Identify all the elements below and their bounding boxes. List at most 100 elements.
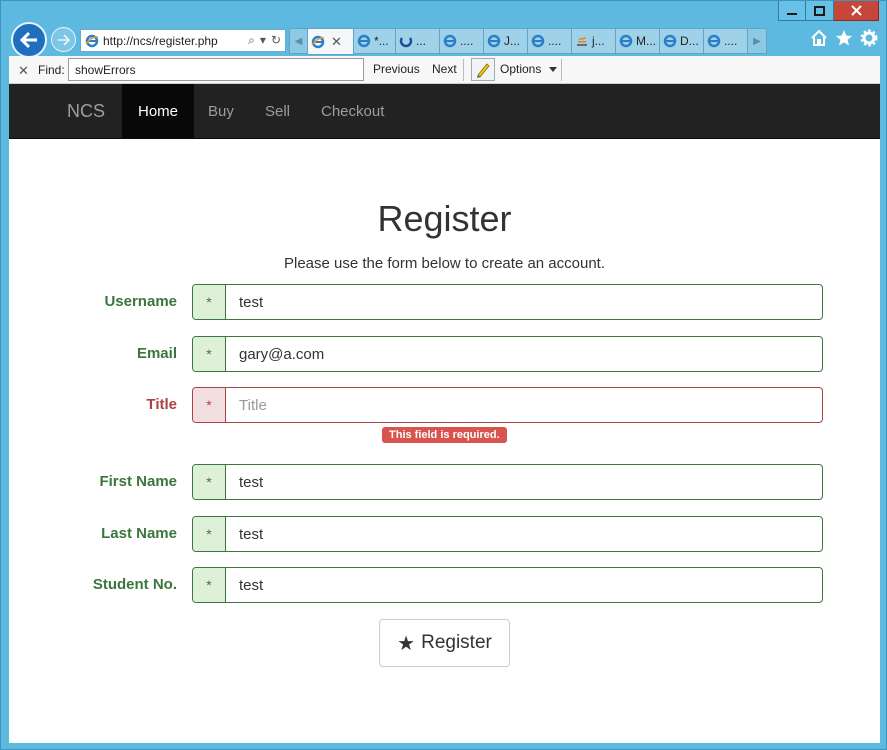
- divider: [561, 59, 562, 81]
- divider: [463, 59, 464, 81]
- page-title: Register: [377, 198, 512, 239]
- form-row-title: Title *: [9, 387, 880, 423]
- last-name-input[interactable]: [226, 517, 822, 551]
- tab-scroll-left-button[interactable]: ◀: [289, 28, 308, 54]
- tab[interactable]: ...: [396, 28, 440, 54]
- ie-page-icon: [311, 35, 325, 48]
- ie-page-icon: [85, 34, 99, 47]
- tab[interactable]: ....: [704, 28, 748, 54]
- username-input-group: *: [192, 284, 823, 320]
- nav-buy[interactable]: Buy: [192, 84, 250, 138]
- username-input[interactable]: [226, 285, 822, 319]
- ie-page-icon: [619, 34, 633, 48]
- back-button[interactable]: [11, 22, 47, 58]
- window-controls: [778, 1, 879, 21]
- title-input-group: *: [192, 387, 823, 423]
- find-input[interactable]: [68, 58, 364, 81]
- find-previous-button[interactable]: Previous: [373, 62, 420, 76]
- student-no-label: Student No.: [92, 576, 177, 593]
- register-button-label: Register: [421, 632, 492, 653]
- nav-checkout[interactable]: Checkout: [305, 84, 400, 138]
- first-name-input-group: *: [192, 464, 823, 500]
- ie-page-icon: [531, 34, 545, 48]
- ie-page-icon: [707, 34, 721, 48]
- last-name-input-group: *: [192, 516, 823, 552]
- star-icon: ★: [397, 632, 416, 655]
- close-find-icon[interactable]: ✕: [18, 63, 29, 79]
- nav-sell[interactable]: Sell: [249, 84, 306, 138]
- student-no-input-group: *: [192, 567, 823, 603]
- form-row-first-name: First Name *: [9, 464, 880, 500]
- first-name-input[interactable]: [226, 465, 822, 499]
- ie-page-icon: [487, 34, 501, 48]
- register-button[interactable]: ★ Register: [379, 619, 510, 667]
- student-no-input[interactable]: [226, 568, 822, 602]
- last-name-label: Last Name: [101, 525, 177, 542]
- required-addon: *: [193, 568, 226, 602]
- dropdown-icon[interactable]: ▾: [260, 33, 266, 48]
- minimize-icon: [787, 12, 797, 15]
- maximize-button[interactable]: [806, 1, 834, 21]
- required-addon: *: [193, 388, 226, 422]
- page-viewport: NCS Home Buy Sell Checkout Register Plea…: [9, 84, 880, 743]
- username-label: Username: [104, 293, 177, 310]
- ie-page-icon: [357, 34, 371, 48]
- browser-window: http://ncs/register.php ⌕ ▾ ↻ ◀ ✕ *... .…: [0, 0, 887, 750]
- search-icon[interactable]: ⌕: [248, 33, 255, 48]
- tab[interactable]: J...: [484, 28, 528, 54]
- email-label: Email: [136, 345, 177, 362]
- find-next-button[interactable]: Next: [432, 62, 457, 76]
- form-row-email: Email *: [9, 336, 880, 372]
- tab[interactable]: ....: [528, 28, 572, 54]
- arrow-right-icon: [57, 33, 70, 46]
- highlight-button[interactable]: [471, 58, 495, 81]
- required-addon: *: [193, 285, 226, 319]
- tab[interactable]: M...: [616, 28, 660, 54]
- site-navbar: NCS Home Buy Sell Checkout: [9, 84, 880, 139]
- email-input-group: *: [192, 336, 823, 372]
- minimize-button[interactable]: [778, 1, 806, 21]
- tab-scroll-right-button[interactable]: ▶: [748, 28, 767, 54]
- forward-button[interactable]: [51, 27, 76, 52]
- ie-page-icon: [663, 34, 677, 48]
- pencil-icon: [477, 62, 490, 78]
- tab-active[interactable]: ✕: [308, 28, 354, 55]
- title-input[interactable]: [226, 388, 822, 422]
- close-window-button[interactable]: [834, 1, 879, 21]
- ie-page-icon: [443, 34, 457, 48]
- title-label: Title: [146, 396, 177, 413]
- address-url[interactable]: http://ncs/register.php: [103, 34, 248, 48]
- page-subtitle: Please use the form below to create an a…: [283, 255, 606, 272]
- home-icon[interactable]: [810, 29, 828, 47]
- form-row-username: Username *: [9, 284, 880, 320]
- find-bar: ✕ Find: Previous Next Options: [9, 56, 880, 84]
- close-tab-icon[interactable]: ✕: [331, 34, 342, 50]
- tab[interactable]: ....: [440, 28, 484, 54]
- navbar-brand[interactable]: NCS: [67, 101, 105, 122]
- refresh-icon[interactable]: ↻: [271, 33, 281, 48]
- tab[interactable]: *...: [354, 28, 396, 54]
- required-addon: *: [193, 517, 226, 551]
- tab-strip: ◀ ✕ *... ... .... J... .... j... M... D.…: [289, 28, 767, 55]
- close-icon: [850, 5, 862, 16]
- required-addon: *: [193, 465, 226, 499]
- chevron-down-icon[interactable]: [549, 67, 557, 72]
- tab[interactable]: j...: [572, 28, 616, 54]
- spinner-icon: [399, 37, 413, 48]
- find-label: Find:: [38, 63, 65, 77]
- first-name-label: First Name: [99, 473, 177, 490]
- browser-toolbar: [810, 29, 878, 47]
- find-options-button[interactable]: Options: [500, 62, 541, 76]
- stackoverflow-icon: [577, 37, 587, 46]
- gear-icon[interactable]: [860, 29, 878, 47]
- title-error-badge: This field is required.: [382, 427, 507, 443]
- tab[interactable]: D...: [660, 28, 704, 54]
- required-addon: *: [193, 337, 226, 371]
- form-row-last-name: Last Name *: [9, 516, 880, 552]
- star-icon[interactable]: [835, 29, 853, 47]
- maximize-icon: [814, 5, 825, 16]
- arrow-left-icon: [19, 31, 37, 49]
- email-input[interactable]: [226, 337, 822, 371]
- address-bar[interactable]: http://ncs/register.php ⌕ ▾ ↻: [80, 29, 286, 52]
- nav-home[interactable]: Home: [122, 84, 195, 138]
